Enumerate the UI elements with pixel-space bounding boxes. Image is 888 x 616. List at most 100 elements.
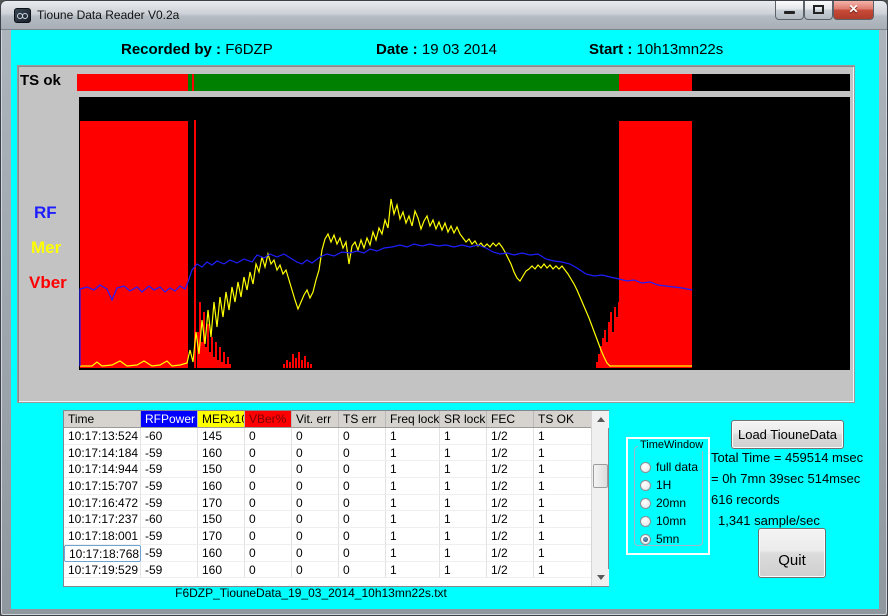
title-bar[interactable]: Tioune Data Reader V0.2a [1, 1, 887, 30]
table-cell[interactable]: 0 [245, 545, 292, 562]
table-cell[interactable]: 0 [292, 511, 339, 528]
radio-icon[interactable] [640, 480, 651, 491]
table-cell[interactable]: 1/2 [487, 545, 534, 562]
table-cell[interactable]: 1/2 [487, 461, 534, 478]
timewindow-option-full-data[interactable]: full data [640, 459, 702, 475]
table-cell[interactable]: 0 [339, 511, 386, 528]
table-cell[interactable]: 1 [440, 528, 487, 545]
table-cell[interactable]: 1 [440, 478, 487, 495]
radio-icon[interactable] [640, 516, 651, 527]
table-cell[interactable]: 1 [440, 562, 487, 579]
table-cell[interactable]: 0 [292, 562, 339, 579]
table-row[interactable]: 10:17:19:529-59160000111/21 [64, 562, 608, 579]
table-cell[interactable]: 150 [198, 511, 245, 528]
table-cell[interactable]: 10:17:14:184 [64, 445, 141, 462]
table-cell[interactable]: 1/2 [487, 562, 534, 579]
table-row[interactable]: 10:17:14:184-59160000111/21 [64, 445, 608, 462]
table-cell[interactable]: 1 [440, 461, 487, 478]
table-cell[interactable]: -59 [141, 562, 198, 579]
table-cell[interactable]: 0 [292, 445, 339, 462]
column-header-merx10[interactable]: MERx10 [198, 411, 245, 427]
table-cell[interactable]: 1 [386, 511, 440, 528]
close-button[interactable]: ✕ [833, 1, 874, 20]
table-cell[interactable]: 150 [198, 461, 245, 478]
table-cell[interactable]: 0 [245, 445, 292, 462]
table-cell[interactable]: -59 [141, 528, 198, 545]
table-row[interactable]: 10:17:17:237-60150000111/21 [64, 511, 608, 528]
table-cell[interactable]: 1 [534, 478, 593, 495]
timewindow-option-10mn[interactable]: 10mn [640, 513, 702, 529]
table-row[interactable]: 10:17:13:524-60145000111/21 [64, 428, 608, 445]
column-header-fec[interactable]: FEC [487, 411, 534, 427]
table-cell[interactable]: 160 [198, 478, 245, 495]
table-row[interactable]: 10:17:18:768-59160000111/21 [64, 545, 608, 562]
table-cell[interactable]: 1 [534, 461, 593, 478]
table-cell[interactable]: 145 [198, 428, 245, 445]
table-cell[interactable]: 1 [440, 428, 487, 445]
table-cell[interactable]: 0 [339, 495, 386, 512]
table-cell[interactable]: 1 [386, 562, 440, 579]
table-cell[interactable]: 1 [440, 511, 487, 528]
table-cell[interactable]: 1/2 [487, 478, 534, 495]
table-cell[interactable]: 1 [534, 545, 593, 562]
table-cell[interactable]: 0 [339, 428, 386, 445]
table-cell[interactable]: 1 [440, 445, 487, 462]
table-cell[interactable]: 1 [386, 495, 440, 512]
table-cell[interactable]: -59 [141, 461, 198, 478]
table-cell[interactable]: 0 [292, 478, 339, 495]
column-header-sr-lock[interactable]: SR lock [440, 411, 487, 427]
table-cell[interactable]: 160 [198, 545, 245, 562]
table-cell[interactable]: 10:17:18:001 [64, 528, 141, 545]
table-cell[interactable]: 0 [339, 478, 386, 495]
table-cell[interactable]: 0 [292, 495, 339, 512]
table-cell[interactable]: 0 [292, 428, 339, 445]
table-cell[interactable]: 0 [245, 428, 292, 445]
table-cell[interactable]: 1 [534, 511, 593, 528]
table-cell[interactable]: 1 [440, 495, 487, 512]
scroll-down-button[interactable] [592, 569, 609, 586]
table-cell[interactable]: 0 [339, 545, 386, 562]
table-cell[interactable]: 1/2 [487, 428, 534, 445]
scrollbar-thumb[interactable] [593, 464, 608, 488]
table-cell[interactable]: 0 [339, 562, 386, 579]
table-scrollbar[interactable] [591, 411, 608, 586]
table-cell[interactable]: 1/2 [487, 495, 534, 512]
table-row[interactable]: 10:17:18:001-59170000111/21 [64, 528, 608, 545]
table-cell[interactable]: 1 [534, 528, 593, 545]
table-cell[interactable]: 170 [198, 495, 245, 512]
table-cell[interactable]: 0 [245, 562, 292, 579]
table-cell[interactable]: 10:17:17:237 [64, 511, 141, 528]
table-row[interactable]: 10:17:15:707-59160000111/21 [64, 478, 608, 495]
maximize-button[interactable] [804, 1, 833, 20]
column-header-ts-err[interactable]: TS err [339, 411, 386, 427]
table-cell[interactable]: 1 [534, 445, 593, 462]
table-cell[interactable]: -59 [141, 445, 198, 462]
table-cell[interactable]: -59 [141, 478, 198, 495]
table-cell[interactable]: 10:17:18:768 [64, 545, 141, 562]
table-cell[interactable]: 1 [386, 545, 440, 562]
table-cell[interactable]: 10:17:15:707 [64, 478, 141, 495]
table-cell[interactable]: 1/2 [487, 528, 534, 545]
radio-icon[interactable] [640, 462, 651, 473]
table-cell[interactable]: 0 [245, 511, 292, 528]
table-cell[interactable]: 10:17:14:944 [64, 461, 141, 478]
column-header-ts-ok[interactable]: TS OK [534, 411, 593, 427]
table-cell[interactable]: 170 [198, 528, 245, 545]
timewindow-option-1H[interactable]: 1H [640, 477, 702, 493]
radio-icon[interactable] [640, 498, 651, 509]
table-cell[interactable]: 1 [534, 495, 593, 512]
column-header-vber-[interactable]: VBer% [245, 411, 292, 427]
table-cell[interactable]: -59 [141, 495, 198, 512]
table-cell[interactable]: 1 [386, 528, 440, 545]
radio-icon[interactable] [640, 534, 651, 545]
table-row[interactable]: 10:17:16:472-59170000111/21 [64, 495, 608, 512]
scroll-up-button[interactable] [592, 411, 609, 428]
load-tiounedata-button[interactable]: Load TiouneData [731, 420, 844, 449]
table-cell[interactable]: 1 [386, 478, 440, 495]
table-cell[interactable]: 1/2 [487, 445, 534, 462]
table-cell[interactable]: 0 [292, 528, 339, 545]
minimize-button[interactable] [775, 1, 804, 20]
table-cell[interactable]: 0 [245, 478, 292, 495]
table-cell[interactable]: 1/2 [487, 511, 534, 528]
table-cell[interactable]: 160 [198, 445, 245, 462]
